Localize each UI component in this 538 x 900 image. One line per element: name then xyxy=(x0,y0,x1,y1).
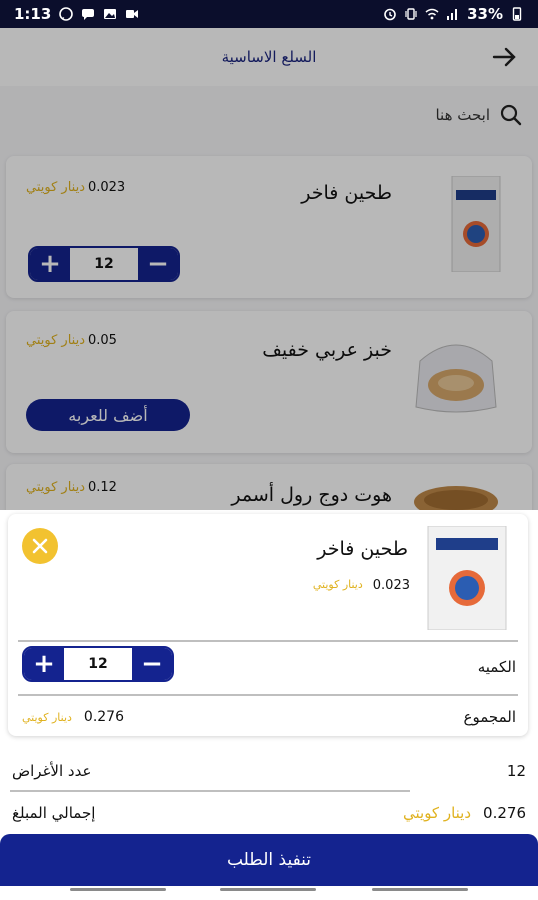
quantity-label: الكميه xyxy=(477,658,516,676)
signal-icon xyxy=(447,9,458,20)
gallery-icon xyxy=(104,9,117,19)
battery-percent: 33% xyxy=(467,5,503,23)
wifi-icon xyxy=(425,8,439,20)
vibrate-icon xyxy=(405,8,417,20)
total-amount-value: 0.276 xyxy=(483,804,526,822)
currency-label: دينار كويتي xyxy=(402,804,472,822)
nav-hint xyxy=(220,888,316,891)
cart-item-name: طحين فاخر xyxy=(317,538,408,560)
items-count: 12 xyxy=(507,762,526,780)
battery-icon xyxy=(512,7,522,21)
quantity-value[interactable]: 12 xyxy=(64,648,132,680)
items-count-value: 12 xyxy=(506,762,526,780)
divider xyxy=(10,790,410,792)
alarm-icon xyxy=(384,8,396,21)
nav-hint xyxy=(70,888,166,891)
total-value: دينار كويتي 0.276 xyxy=(22,709,124,725)
plus-button[interactable]: + xyxy=(24,648,64,680)
close-button[interactable] xyxy=(22,528,58,564)
total-amount-label: إجمالي المبلغ xyxy=(12,804,96,822)
whatsapp-icon xyxy=(59,7,74,21)
status-time: 1:13 xyxy=(14,5,52,23)
total-amount: دينار كويتي 0.276 xyxy=(403,804,526,822)
minus-button[interactable]: − xyxy=(132,648,172,680)
cart-item-image xyxy=(422,525,512,634)
video-icon xyxy=(126,10,139,18)
checkout-button[interactable]: تنفيذ الطلب xyxy=(0,834,538,886)
total-label: المجموع xyxy=(463,708,516,726)
cart-item-card: طحين فاخر دينار كويتي 0.023 الكميه + 12 … xyxy=(8,514,528,736)
cart-item-price: دينار كويتي 0.023 xyxy=(313,578,410,593)
total-amount: 0.276 xyxy=(83,709,125,725)
nav-hint xyxy=(372,888,468,891)
currency-label: دينار كويتي xyxy=(312,578,363,591)
currency-label: دينار كويتي xyxy=(22,711,72,724)
quantity-stepper[interactable]: + 12 − xyxy=(22,646,174,682)
divider xyxy=(18,640,518,642)
divider xyxy=(18,694,518,696)
items-count-label: عدد الأغراض xyxy=(12,762,92,780)
chat-icon xyxy=(82,9,95,20)
status-bar: 1:13 33% xyxy=(0,0,538,28)
price-value: 0.023 xyxy=(372,578,410,593)
close-icon[interactable] xyxy=(32,538,48,554)
